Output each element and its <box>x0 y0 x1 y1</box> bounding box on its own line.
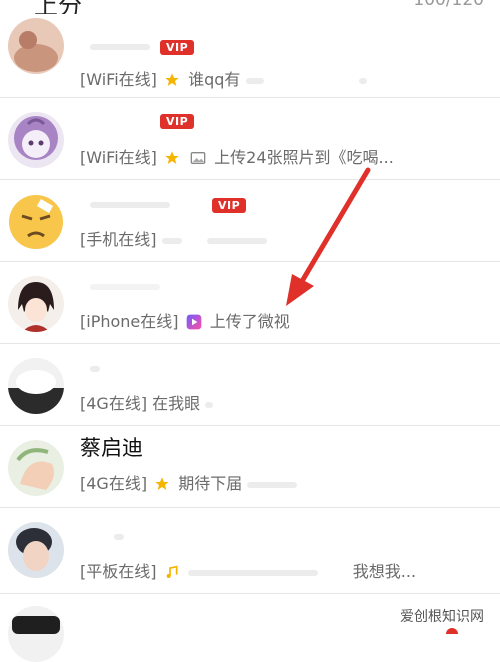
status-text: 谁qq有 <box>188 70 241 89</box>
status-line: [WiFi在线] 上传24张照片到《吃喝... <box>80 144 394 170</box>
photo-icon <box>190 150 206 170</box>
avatar[interactable] <box>8 522 64 578</box>
star-icon <box>154 476 170 496</box>
star-icon <box>164 150 180 170</box>
avatar[interactable] <box>8 440 64 496</box>
group-header[interactable]: 上分 100/120 <box>0 0 500 14</box>
contact-row[interactable]: 蔡启迪 [4G在线] 期待下届 <box>0 426 500 508</box>
status-text: 上传24张照片到《吃喝... <box>214 148 394 167</box>
status-text: 期待下届 <box>178 474 243 493</box>
status-tag: [手机在线] <box>80 230 157 249</box>
star-icon <box>164 72 180 92</box>
group-online-count: 100/120 <box>413 0 484 10</box>
status-tag: [WiFi在线] <box>80 148 157 167</box>
contact-row[interactable]: VIP [手机在线] <box>0 180 500 262</box>
status-text: 我想我... <box>352 562 417 581</box>
unread-badge <box>446 628 458 634</box>
vip-badge: VIP <box>160 114 195 129</box>
vip-badge: VIP <box>160 40 195 55</box>
watermark: 爱创根知识网 <box>394 604 490 628</box>
avatar[interactable] <box>8 112 64 168</box>
contact-row[interactable]: [平板在线] 我想我... <box>0 508 500 594</box>
status-line: [iPhone在线] 上传了微视 <box>80 308 290 334</box>
contact-row[interactable]: [iPhone在线] 上传了微视 <box>0 262 500 344</box>
avatar[interactable] <box>8 276 64 332</box>
weishi-icon <box>186 314 202 334</box>
status-line: [4G在线] 期待下届 <box>80 470 298 496</box>
contact-list: VIP [WiFi在线] 谁qq有 VIP [WiFi在线] 上传24张照片到《… <box>0 14 500 662</box>
status-line: [平板在线] 我想我... <box>80 558 416 584</box>
status-tag: [平板在线] <box>80 562 157 581</box>
status-tag: [iPhone在线] <box>80 312 179 331</box>
contact-row[interactable]: [4G在线] 在我眼 <box>0 344 500 426</box>
status-tag: [4G在线] <box>80 474 148 493</box>
avatar[interactable] <box>8 18 64 74</box>
status-text: 在我眼 <box>152 394 201 413</box>
status-line: [WiFi在线] 谁qq有 <box>80 66 367 92</box>
group-title: 上分 <box>34 0 82 14</box>
status-text: 上传了微视 <box>209 312 290 331</box>
status-tag: [WiFi在线] <box>80 70 157 89</box>
contact-row[interactable]: VIP [WiFi在线] 上传24张照片到《吃喝... <box>0 98 500 180</box>
avatar[interactable] <box>8 358 64 414</box>
contact-row[interactable]: VIP [WiFi在线] 谁qq有 <box>0 14 500 98</box>
contact-name: 蔡启迪 <box>80 436 143 460</box>
status-line: [4G在线] 在我眼 <box>80 390 214 414</box>
status-line: [手机在线] <box>80 226 267 250</box>
avatar[interactable] <box>8 606 64 662</box>
status-tag: [4G在线] <box>80 394 148 413</box>
music-note-icon <box>164 564 180 584</box>
avatar[interactable] <box>8 194 64 250</box>
vip-badge: VIP <box>212 198 247 213</box>
